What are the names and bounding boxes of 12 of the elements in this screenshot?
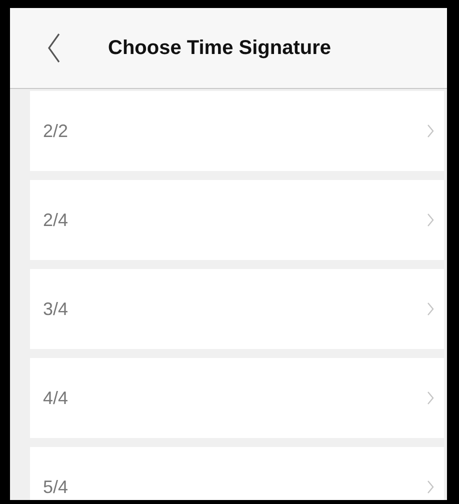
chevron-right-icon <box>427 302 434 316</box>
time-signature-option[interactable]: 5/4 <box>30 447 444 500</box>
page-title: Choose Time Signature <box>108 36 332 61</box>
back-icon <box>47 33 61 63</box>
chevron-right-icon <box>427 480 434 494</box>
time-signature-option[interactable]: 3/4 <box>30 269 444 349</box>
chevron-right-icon <box>427 124 434 138</box>
chevron-right-icon <box>427 391 434 405</box>
chevron-right-icon <box>427 213 434 227</box>
time-signature-option[interactable]: 2/2 <box>30 91 444 171</box>
time-signature-option[interactable]: 2/4 <box>30 180 444 260</box>
time-signature-option[interactable]: 4/4 <box>30 358 444 438</box>
